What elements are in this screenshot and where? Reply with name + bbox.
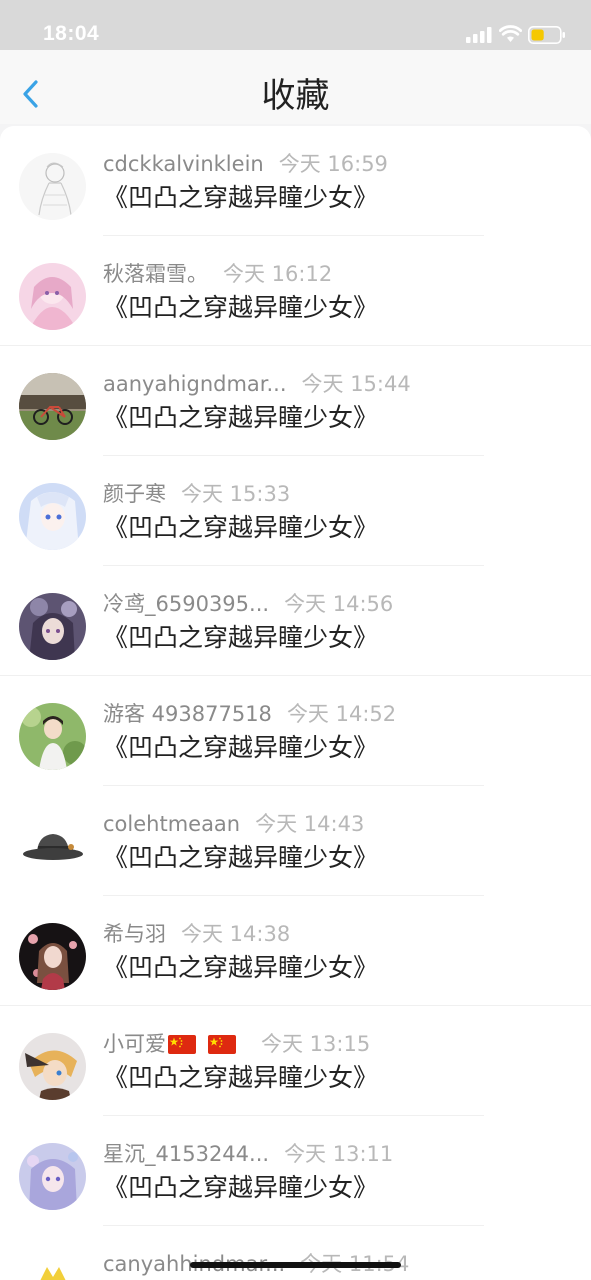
- portrait-photo-avatar: [19, 703, 86, 770]
- item-title: 《凹凸之穿越异瞳少女》: [103, 1173, 379, 1202]
- item-meta: 冷鸢_6590395... 今天 14:56: [103, 590, 393, 618]
- item-username: colehtmeaan: [103, 812, 241, 836]
- item-meta: 秋落霜雪。 今天 16:12: [103, 260, 332, 288]
- item-meta: 小可爱 今天 13:15: [103, 1030, 370, 1058]
- pink-anime-girl-avatar: [19, 263, 86, 330]
- list-item[interactable]: canyahhindmar...今天 11:54: [0, 1226, 591, 1280]
- item-time: 今天 14:56: [284, 592, 394, 616]
- status-bar: 18:04: [0, 0, 591, 50]
- white-hair-anime-avatar: [19, 483, 86, 550]
- item-title: 《凹凸之穿越异瞳少女》: [103, 1063, 379, 1092]
- item-username: cdckkalvinklein: [103, 152, 264, 176]
- list-item[interactable]: 颜子寒 今天 15:33 《凹凸之穿越异瞳少女》: [0, 456, 591, 566]
- status-time: 18:04: [43, 22, 100, 45]
- item-meta: colehtmeaan 今天 14:43: [103, 810, 364, 838]
- item-meta: 游客 493877518 今天 14:52: [103, 700, 396, 728]
- signal-bars-icon: [466, 27, 492, 43]
- china-flag-icon: [168, 1035, 196, 1054]
- battery-icon: [528, 26, 565, 44]
- item-username: 希与羽: [103, 922, 166, 946]
- item-meta: aanyahigndmar... 今天 15:44: [103, 370, 411, 398]
- list-item[interactable]: aanyahigndmar... 今天 15:44 《凹凸之穿越异瞳少女》: [0, 346, 591, 456]
- item-title: 《凹凸之穿越异瞳少女》: [103, 513, 379, 542]
- bicycle-photo-avatar: [19, 373, 86, 440]
- list-item[interactable]: cdckkalvinklein 今天 16:59 《凹凸之穿越异瞳少女》: [0, 126, 591, 236]
- item-meta: cdckkalvinklein 今天 16:59: [103, 150, 388, 178]
- item-meta: 希与羽 今天 14:38: [103, 920, 290, 948]
- item-time: 今天 14:38: [181, 922, 291, 946]
- fedora-hat-avatar: [19, 813, 86, 880]
- item-time: 今天 15:33: [181, 482, 291, 506]
- item-meta: 颜子寒 今天 15:33: [103, 480, 290, 508]
- item-title: 《凹凸之穿越异瞳少女》: [103, 733, 379, 762]
- page-title: 收藏: [261, 76, 330, 116]
- item-username: aanyahigndmar...: [103, 372, 287, 396]
- item-time: 今天 16:12: [223, 262, 333, 286]
- blonde-anime-boy-avatar: [19, 1033, 86, 1100]
- list-item[interactable]: 星沉_4153244... 今天 13:11 《凹凸之穿越异瞳少女》: [0, 1116, 591, 1226]
- item-time: 今天 13:15: [261, 1032, 371, 1056]
- item-title: 《凹凸之穿越异瞳少女》: [103, 843, 379, 872]
- list-item[interactable]: 小可爱 今天 13:15 《凹凸之穿越异瞳少女》: [0, 1006, 591, 1116]
- list-item[interactable]: colehtmeaan 今天 14:43 《凹凸之穿越异瞳少女》: [0, 786, 591, 896]
- item-title: 《凹凸之穿越异瞳少女》: [103, 623, 379, 652]
- home-indicator[interactable]: [190, 1262, 401, 1268]
- favorites-list: cdckkalvinklein 今天 16:59 《凹凸之穿越异瞳少女》 秋落霜雪…: [0, 126, 591, 1280]
- item-title: 《凹凸之穿越异瞳少女》: [103, 293, 379, 322]
- item-meta: 星沉_4153244... 今天 13:11: [103, 1140, 393, 1168]
- item-title: 《凹凸之穿越异瞳少女》: [103, 403, 379, 432]
- item-time: 今天 16:59: [278, 152, 388, 176]
- item-username: 颜子寒: [103, 482, 166, 506]
- yellow-cartoon-avatar: [19, 1253, 86, 1280]
- item-username: 冷鸢_6590395...: [103, 592, 270, 616]
- item-username: 游客 493877518: [103, 702, 272, 726]
- china-flag-icon: [208, 1035, 236, 1054]
- item-username: 秋落霜雪。: [103, 262, 208, 286]
- list-item[interactable]: 游客 493877518 今天 14:52 《凹凸之穿越异瞳少女》: [0, 676, 591, 786]
- dark-floral-anime-avatar: [19, 923, 86, 990]
- item-username: 小可爱: [103, 1032, 166, 1056]
- item-time: 今天 15:44: [301, 372, 411, 396]
- item-time: 今天 14:52: [286, 702, 397, 726]
- purple-anime-girl-avatar: [19, 593, 86, 660]
- list-item[interactable]: 秋落霜雪。 今天 16:12 《凹凸之穿越异瞳少女》: [0, 236, 591, 346]
- item-time: 今天 14:43: [255, 812, 365, 836]
- item-time: 今天 13:11: [284, 1142, 394, 1166]
- list-item[interactable]: 冷鸢_6590395... 今天 14:56 《凹凸之穿越异瞳少女》: [0, 566, 591, 676]
- list-item[interactable]: 希与羽 今天 14:38 《凹凸之穿越异瞳少女》: [0, 896, 591, 1006]
- item-title: 《凹凸之穿越异瞳少女》: [103, 953, 379, 982]
- sketch-figure-avatar: [19, 153, 86, 220]
- nav-bar: 收藏: [0, 50, 591, 124]
- wifi-icon: [499, 25, 522, 42]
- item-username: 星沉_4153244...: [103, 1142, 270, 1166]
- item-title: 《凹凸之穿越异瞳少女》: [103, 183, 379, 212]
- lavender-anime-girl-avatar: [19, 1143, 86, 1210]
